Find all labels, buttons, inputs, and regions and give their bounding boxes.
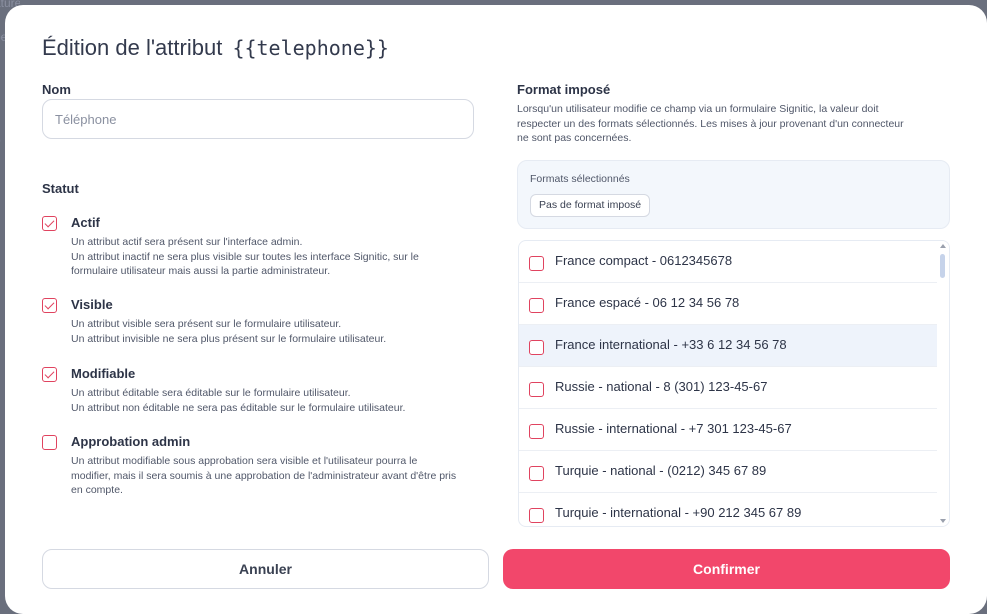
name-label: Nom [42, 82, 71, 97]
selected-formats-label: Formats sélectionnés [530, 173, 630, 185]
description-line: formulaire utilisateur mais aussi la par… [71, 265, 331, 277]
format-list-scrollbar[interactable] [937, 241, 949, 526]
description-line: Un attribut visible sera présent sur le … [71, 318, 342, 330]
status-item-description: Un attribut éditable sera éditable sur l… [71, 386, 481, 415]
backdrop-fragment: ri [0, 65, 1, 79]
dialog-title-attribute-code: {{telephone}} [232, 36, 389, 60]
confirm-button[interactable]: Confirmer [503, 549, 950, 589]
status-item-title: Actif [71, 215, 100, 230]
description-line: Un attribut éditable sera éditable sur l… [71, 387, 351, 399]
format-option-checkbox[interactable] [529, 382, 544, 397]
format-option-label: Turquie - national - (0212) 345 67 89 [555, 463, 767, 478]
selected-formats-box: Formats sélectionnés Pas de format impos… [517, 160, 950, 229]
format-option[interactable]: Russie - national - 8 (301) 123-45-67 [519, 367, 939, 409]
format-option[interactable]: France international - +33 6 12 34 56 78 [519, 325, 939, 367]
backdrop-fragment: n [0, 100, 1, 114]
format-option[interactable]: Turquie - international - +90 212 345 67… [519, 493, 939, 526]
dialog-title: Édition de l'attribut {{telephone}} [42, 35, 389, 61]
description-line: en compte. [71, 484, 123, 496]
format-option-label: France international - +33 6 12 34 56 78 [555, 337, 787, 352]
status-item-description: Un attribut actif sera présent sur l'int… [71, 235, 481, 279]
description-line: ne sont pas concernées. [517, 132, 632, 144]
format-option-checkbox[interactable] [529, 298, 544, 313]
selected-format-chip[interactable]: Pas de format imposé [530, 194, 651, 217]
backdrop-fragment: p [0, 133, 1, 147]
format-option-checkbox[interactable] [529, 340, 544, 355]
scrollbar-thumb[interactable] [940, 254, 945, 278]
scroll-down-arrow-icon[interactable] [940, 519, 946, 523]
format-option-checkbox[interactable] [529, 508, 544, 523]
description-line: Un attribut modifiable sous approbation … [71, 455, 418, 467]
format-option-checkbox[interactable] [529, 466, 544, 481]
modifiable-checkbox[interactable] [42, 367, 57, 382]
format-option[interactable]: Turquie - national - (0212) 345 67 89 [519, 451, 939, 493]
description-line: Un attribut actif sera présent sur l'int… [71, 236, 303, 248]
status-item-description: Un attribut visible sera présent sur le … [71, 317, 481, 346]
actif-checkbox[interactable] [42, 216, 57, 231]
status-item-description: Un attribut modifiable sous approbation … [71, 454, 481, 498]
format-option-label: Turquie - international - +90 212 345 67… [555, 505, 802, 520]
format-option-label: France compact - 0612345678 [555, 253, 733, 268]
format-option-checkbox[interactable] [529, 424, 544, 439]
description-line: Un attribut non éditable ne sera pas édi… [71, 401, 406, 414]
approbation-admin-checkbox[interactable] [42, 435, 57, 450]
description-line: respecter un des formats sélectionnés. L… [517, 117, 904, 130]
format-option-label: France espacé - 06 12 34 56 78 [555, 295, 740, 310]
format-option[interactable]: Russie - international - +7 301 123-45-6… [519, 409, 939, 451]
format-label: Format imposé [517, 82, 611, 97]
format-description: Lorsqu'un utilisateur modifie ce champ v… [517, 102, 927, 146]
format-option[interactable]: France compact - 0612345678 [519, 241, 939, 283]
dialog-title-text: Édition de l'attribut [42, 35, 223, 60]
status-item-title: Modifiable [71, 366, 136, 381]
cancel-button[interactable]: Annuler [42, 549, 489, 589]
scroll-up-arrow-icon[interactable] [940, 244, 946, 248]
description-line: modifier, mais il sera soumis à une appr… [71, 469, 457, 482]
format-options-list[interactable]: France compact - 0612345678 France espac… [518, 240, 950, 527]
status-item-title: Visible [71, 297, 113, 312]
edit-attribute-dialog: Édition de l'attribut {{telephone}} Nom … [5, 5, 987, 614]
description-line: Lorsqu'un utilisateur modifie ce champ v… [517, 103, 879, 115]
status-label: Statut [42, 181, 79, 196]
description-line: Un attribut invisible ne sera plus prése… [71, 332, 387, 345]
visible-checkbox[interactable] [42, 298, 57, 313]
status-item-title: Approbation admin [71, 434, 191, 449]
name-input[interactable] [42, 99, 474, 139]
format-option-checkbox[interactable] [529, 256, 544, 271]
format-option-label: Russie - national - 8 (301) 123-45-67 [555, 379, 768, 394]
format-option-label: Russie - international - +7 301 123-45-6… [555, 421, 792, 436]
format-option[interactable]: France espacé - 06 12 34 56 78 [519, 283, 939, 325]
description-line: Un attribut inactif ne sera plus visible… [71, 250, 419, 263]
